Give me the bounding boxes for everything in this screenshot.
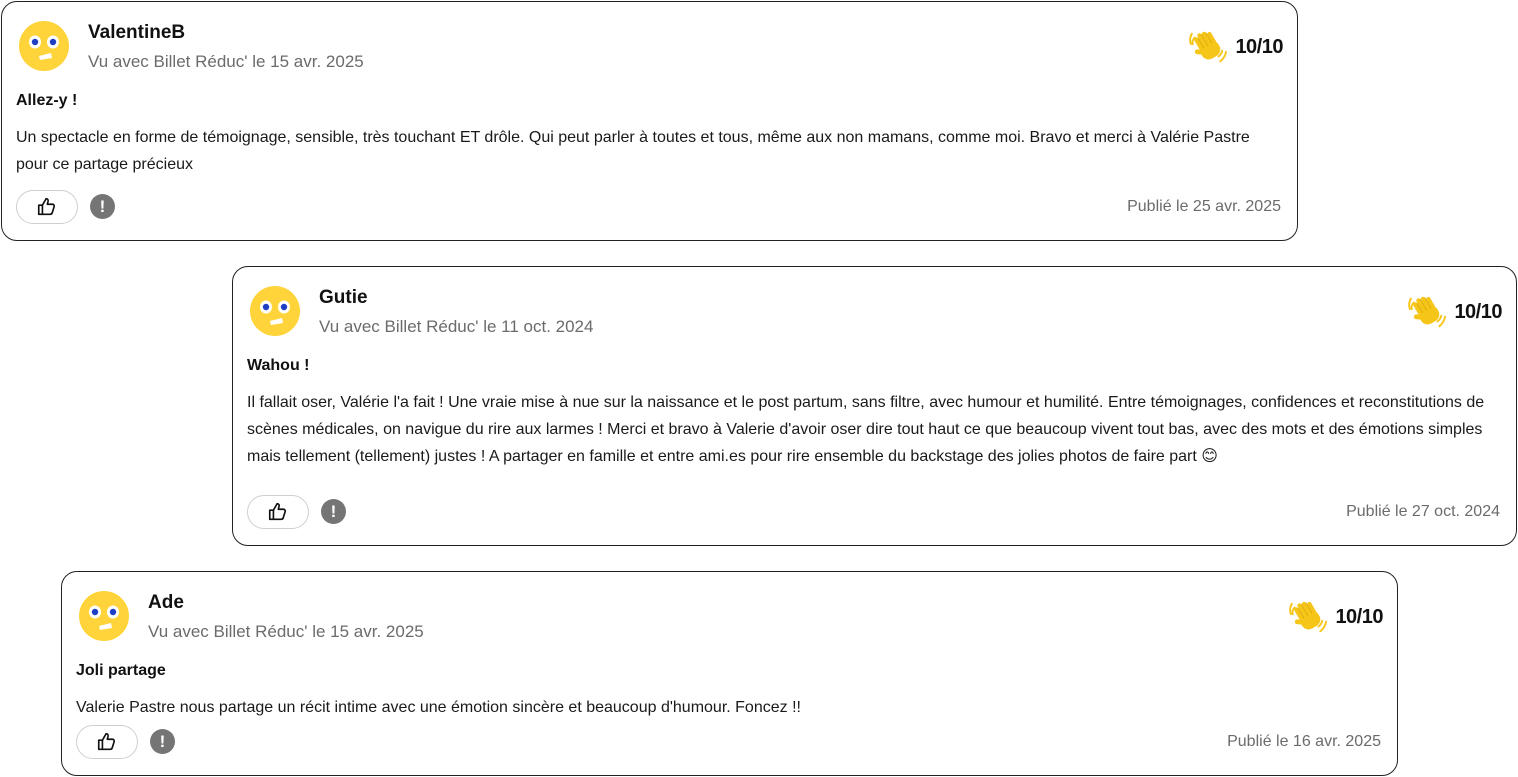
review-text: Valerie Pastre nous partage un récit int…: [76, 699, 801, 716]
reviewer-name[interactable]: Ade: [148, 592, 184, 614]
review-text: Il fallait oser, Valérie l'a fait ! Une …: [247, 394, 1485, 465]
smiley-face-icon: [249, 285, 301, 337]
published-date: Publié le 27 oct. 2024: [1346, 503, 1500, 520]
rating-score: 10/10: [1454, 300, 1502, 323]
like-button[interactable]: [76, 725, 138, 759]
thumbs-up-icon: [268, 502, 287, 521]
rating: 10/10: [1189, 28, 1283, 66]
rating-score: 10/10: [1235, 35, 1283, 58]
review-text: Un spectacle en forme de témoignage, sen…: [16, 129, 1250, 173]
rating: 10/10: [1289, 598, 1383, 636]
waving-hand-icon: [1289, 601, 1328, 633]
waving-hand-icon: [1408, 296, 1447, 328]
reviewer-name[interactable]: ValentineB: [88, 22, 185, 44]
thumbs-up-icon: [97, 732, 116, 751]
waving-hand-icon: [1189, 31, 1228, 63]
seen-with-date: Vu avec Billet Réduc' le 11 oct. 2024: [319, 317, 594, 336]
seen-with-date: Vu avec Billet Réduc' le 15 avr. 2025: [148, 622, 424, 641]
exclamation-icon: !: [330, 502, 337, 521]
report-button[interactable]: !: [321, 499, 346, 524]
review-title: Allez-y !: [16, 92, 78, 109]
review-card: Ade Vu avec Billet Réduc' le 15 avr. 202…: [61, 571, 1398, 776]
rating-score: 10/10: [1335, 605, 1383, 628]
published-date: Publié le 25 avr. 2025: [1127, 198, 1281, 215]
smiley-face-icon: [18, 20, 70, 72]
review-card: ValentineB Vu avec Billet Réduc' le 15 a…: [1, 1, 1298, 241]
report-button[interactable]: !: [150, 729, 175, 754]
published-date: Publié le 16 avr. 2025: [1227, 733, 1381, 750]
like-button[interactable]: [247, 495, 309, 529]
seen-with-date: Vu avec Billet Réduc' le 15 avr. 2025: [88, 52, 364, 71]
exclamation-icon: !: [99, 197, 106, 216]
review-title: Wahou !: [247, 357, 310, 374]
like-button[interactable]: [16, 190, 78, 224]
reviewer-name[interactable]: Gutie: [319, 287, 368, 309]
review-title: Joli partage: [76, 662, 166, 679]
thumbs-up-icon: [37, 197, 56, 216]
smiley-face-icon: [78, 590, 130, 642]
rating: 10/10: [1408, 293, 1502, 331]
report-button[interactable]: !: [90, 194, 115, 219]
review-card: Gutie Vu avec Billet Réduc' le 11 oct. 2…: [232, 266, 1517, 546]
exclamation-icon: !: [159, 732, 166, 751]
